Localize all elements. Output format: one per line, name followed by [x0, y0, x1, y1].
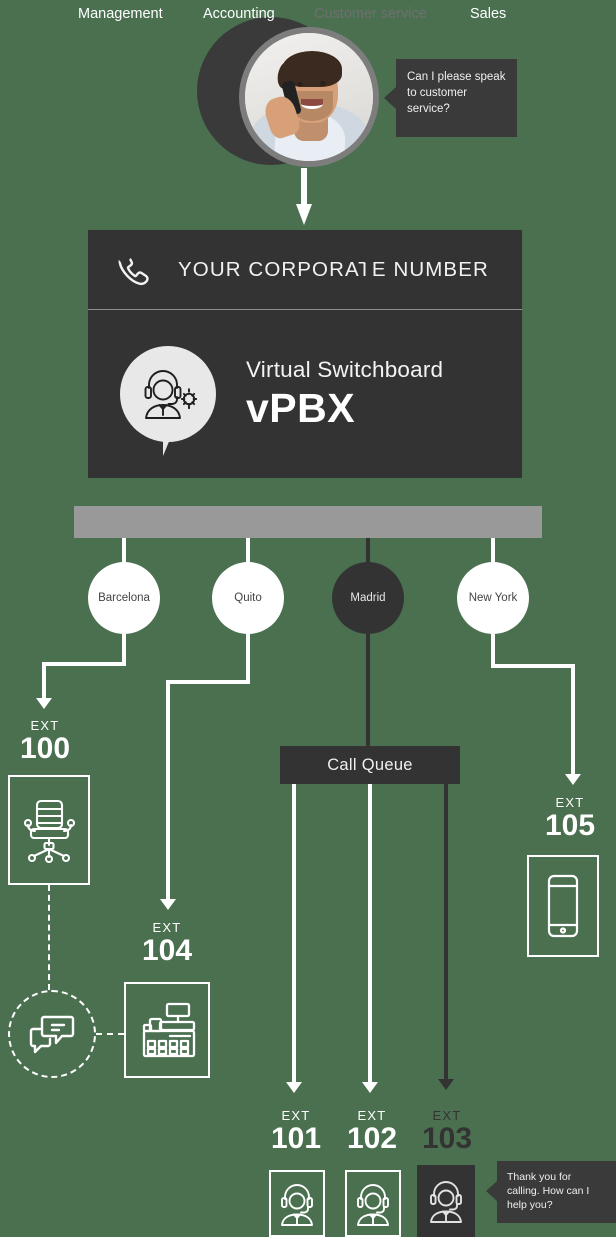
- connector-newyork-down: [491, 634, 495, 668]
- connector-queue-ext103: [444, 784, 448, 1081]
- vpbx-subtitle: Virtual Switchboard: [246, 356, 444, 382]
- device-box-ext-102[interactable]: [345, 1170, 401, 1237]
- connector-quito-down: [246, 634, 250, 684]
- call-queue-box[interactable]: Call Queue: [280, 746, 460, 784]
- ext-102-number: 102: [346, 1122, 398, 1155]
- bubble-tail: [486, 1181, 497, 1201]
- ext-100-number: 100: [19, 732, 71, 765]
- city-quito[interactable]: Quito: [212, 562, 284, 634]
- department-accounting[interactable]: Accounting: [203, 6, 275, 22]
- diagram-canvas: Can I please speak to customer service? …: [0, 0, 616, 1237]
- device-box-ext-100[interactable]: [8, 775, 90, 885]
- connector-barcelona-arrow: [36, 698, 52, 709]
- bubble-tail: [384, 87, 396, 109]
- agent-speech-text: Thank you for calling. How can I help yo…: [507, 1171, 590, 1211]
- connector-newyork-across: [491, 664, 575, 668]
- ext-103-number: 103: [421, 1122, 473, 1155]
- ext-100-label: EXT 100: [8, 718, 82, 764]
- caller-photo: [239, 27, 379, 167]
- support-agent-gear-icon: [120, 346, 216, 456]
- city-barcelona[interactable]: Barcelona: [88, 562, 160, 634]
- connector-accounting-stem: [246, 538, 250, 564]
- ext-104-label: EXT 104: [126, 920, 208, 966]
- chat-node-circle[interactable]: [8, 990, 96, 1078]
- connector-ext100-chat-dashed: [48, 885, 50, 990]
- city-new-york[interactable]: New York: [457, 562, 529, 634]
- connector-chat-ext104-dashed: [96, 1033, 124, 1035]
- caller-speech-bubble: Can I please speak to customer service?: [384, 59, 517, 137]
- vpbx-box: YOUR CORPORATE NUMBER Virtual Switchboar…: [88, 230, 522, 478]
- ext-101-key: EXT: [281, 1108, 311, 1123]
- department-bar: [74, 506, 542, 538]
- department-management[interactable]: Management: [78, 6, 163, 22]
- ext-102-key: EXT: [357, 1108, 387, 1123]
- vpbx-body: Virtual Switchboard vPBX: [88, 310, 522, 478]
- vpbx-titles: Virtual Switchboard vPBX: [246, 357, 443, 432]
- ext-104-number: 104: [141, 934, 193, 967]
- connector-ext103-arrow: [438, 1079, 454, 1090]
- cash-register-icon: [136, 1000, 198, 1060]
- city-madrid[interactable]: Madrid: [332, 562, 404, 634]
- vpbx-outlet-notch: [109, 248, 139, 266]
- agent-speech-bubble: Thank you for calling. How can I help yo…: [486, 1161, 616, 1223]
- ext-105-label: EXT 105: [538, 795, 602, 841]
- connector-newyork-drop: [571, 664, 575, 776]
- connector-newyork-arrow: [565, 774, 581, 785]
- ext-101-number: 101: [270, 1122, 322, 1155]
- agent-headset-icon: [426, 1179, 466, 1223]
- ext-104-key: EXT: [152, 920, 182, 935]
- connector-ext101-arrow: [286, 1082, 302, 1093]
- agent-headset-icon: [353, 1182, 393, 1226]
- caller-to-pbx-arrow: [296, 168, 312, 226]
- agent-headset-icon: [277, 1182, 317, 1226]
- device-box-ext-101[interactable]: [269, 1170, 325, 1237]
- connector-quito-arrow: [160, 899, 176, 910]
- vpbx-title: vPBX: [246, 384, 356, 431]
- department-sales[interactable]: Sales: [470, 6, 506, 22]
- connector-quito-drop: [166, 680, 170, 901]
- connector-queue-ext102: [368, 784, 372, 1084]
- connector-management-stem: [122, 538, 126, 564]
- ext-105-key: EXT: [555, 795, 585, 810]
- connector-ext102-arrow: [362, 1082, 378, 1093]
- device-box-ext-104[interactable]: [124, 982, 210, 1078]
- connector-barcelona-drop: [42, 662, 46, 700]
- connector-madrid-to-queue: [366, 634, 370, 747]
- department-customer-service[interactable]: Customer service: [314, 6, 427, 22]
- ext-103-key: EXT: [432, 1108, 462, 1123]
- ext-105-number: 105: [544, 809, 596, 842]
- ext-101-label: EXT 101: [264, 1108, 328, 1154]
- connector-queue-ext101: [292, 784, 296, 1084]
- vpbx-header: YOUR CORPORATE NUMBER: [88, 230, 522, 310]
- vpbx-header-title: YOUR CORPORATE NUMBER: [178, 257, 489, 281]
- ext-102-label: EXT 102: [340, 1108, 404, 1154]
- smartphone-icon: [544, 873, 582, 939]
- connector-customer-service-stem: [366, 538, 370, 564]
- device-box-ext-105[interactable]: [527, 855, 599, 957]
- vpbx-outlet-notch: [353, 248, 383, 266]
- office-chair-icon: [19, 797, 79, 863]
- device-box-ext-103[interactable]: [417, 1165, 475, 1237]
- vpbx-outlet-notch: [475, 248, 505, 266]
- chat-bubbles-icon: [27, 1013, 77, 1055]
- caller-speech-text: Can I please speak to customer service?: [407, 71, 506, 115]
- connector-barcelona-across: [42, 662, 126, 666]
- ext-100-key: EXT: [30, 718, 60, 733]
- vpbx-outlet-notch: [231, 248, 261, 266]
- connector-quito-across: [166, 680, 250, 684]
- ext-103-label: EXT 103: [415, 1108, 479, 1154]
- connector-sales-stem: [491, 538, 495, 564]
